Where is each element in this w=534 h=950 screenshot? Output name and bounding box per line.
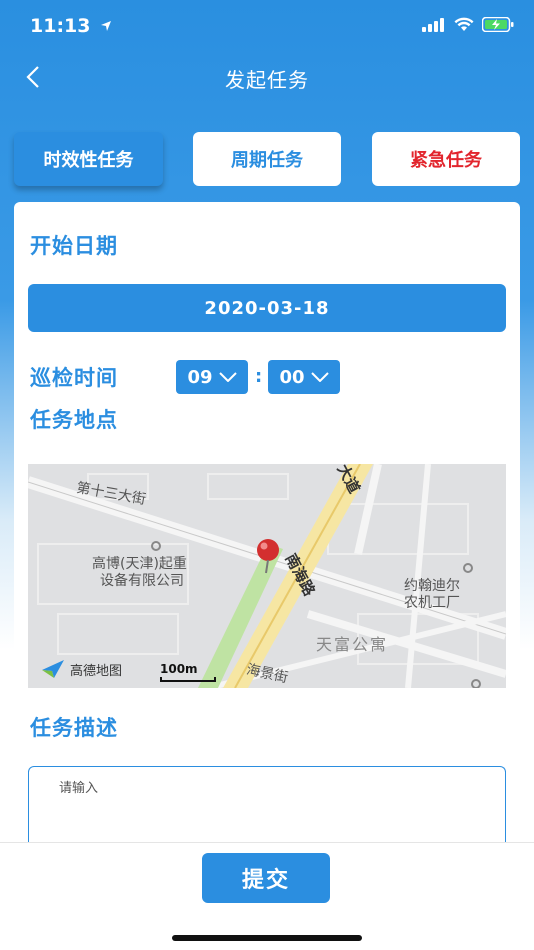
- hour-value: 09: [187, 366, 213, 388]
- tab-urgent-task[interactable]: 紧急任务: [372, 132, 520, 186]
- home-indicator: [172, 935, 362, 941]
- hour-select[interactable]: 09: [176, 360, 248, 394]
- task-form-card: 开始日期 2020-03-18 巡检时间 09 : 00 任务地点 第十三大街 …: [14, 202, 520, 862]
- tab-periodic-task[interactable]: 周期任务: [193, 132, 341, 186]
- wifi-icon: [454, 17, 474, 31]
- amap-logo-text: 高德地图: [70, 663, 123, 679]
- task-type-tabs: 时效性任务 周期任务 紧急任务: [14, 132, 520, 188]
- status-time: 11:13: [30, 15, 112, 37]
- submit-button[interactable]: 提交: [202, 853, 330, 903]
- description-label: 任务描述: [30, 716, 118, 740]
- location-map[interactable]: 第十三大街 高博(天津)起重 设备有限公司 南海路 大道 约翰迪尔 农机工厂 天…: [28, 464, 506, 688]
- map-label-apartment: 天富公寓: [316, 635, 389, 654]
- minute-value: 00: [279, 366, 305, 388]
- page-title: 发起任务: [225, 68, 309, 92]
- nav-bar: 发起任务: [0, 54, 534, 102]
- status-bar: 11:13: [0, 0, 534, 54]
- chevron-down-icon: [218, 372, 237, 382]
- status-icons: [422, 17, 514, 32]
- minute-select[interactable]: 00: [268, 360, 340, 394]
- start-date-picker[interactable]: 2020-03-18: [28, 284, 506, 332]
- signal-icon: [422, 17, 444, 32]
- chevron-down-icon: [310, 372, 329, 382]
- tab-timely-task[interactable]: 时效性任务: [14, 132, 163, 186]
- battery-charging-icon: [482, 17, 514, 32]
- location-arrow-icon: [101, 21, 112, 31]
- map-scale-label: 100m: [160, 662, 198, 676]
- map-label-company-line1: 高博(天津)起重: [92, 556, 187, 572]
- location-label: 任务地点: [30, 408, 118, 432]
- map-label-company-line2: 设备有限公司: [100, 573, 184, 589]
- amap-logo: 高德地图: [40, 658, 122, 680]
- map-label-factory-line1: 约翰迪尔: [404, 578, 460, 594]
- patrol-time-label: 巡检时间: [30, 366, 118, 390]
- location-pin-icon: [257, 539, 279, 574]
- map-label-factory-line2: 农机工厂: [404, 595, 460, 611]
- time-separator: :: [255, 366, 263, 387]
- status-time-text: 11:13: [30, 15, 91, 37]
- start-date-label: 开始日期: [30, 234, 118, 258]
- map-scale-bar: [160, 677, 216, 682]
- bottom-bar: 提交: [0, 842, 534, 950]
- amap-logo-icon: [42, 660, 64, 678]
